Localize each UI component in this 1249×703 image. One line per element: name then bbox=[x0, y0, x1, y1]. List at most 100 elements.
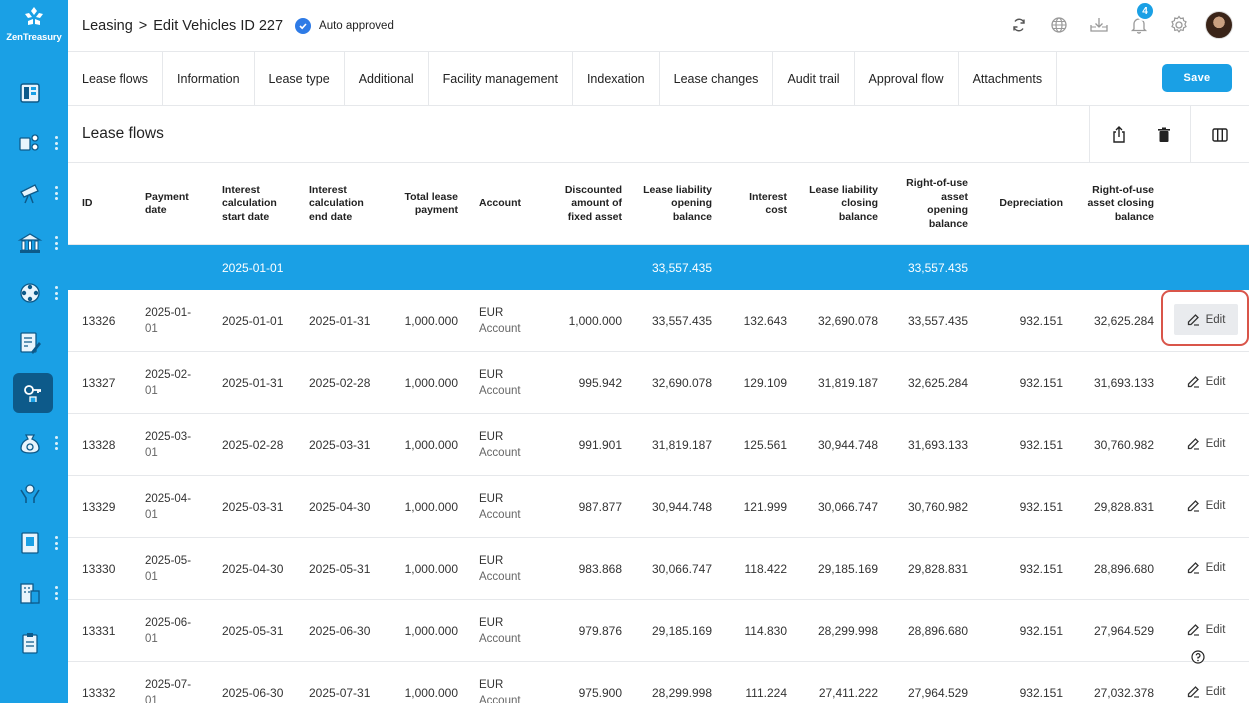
table-row[interactable]: 13330 2025-05- 01 2025-04-30 2025-05-31 1,000… bbox=[68, 538, 1249, 600]
cell-rou-closing: 32,625.284 bbox=[1093, 313, 1154, 328]
cell-rou-opening: 33,557.435 bbox=[907, 313, 968, 328]
edit-button[interactable]: Edit bbox=[1174, 428, 1238, 459]
table-row[interactable]: 13329 2025-04- 01 2025-03-31 2025-04-30 1,000… bbox=[68, 476, 1249, 538]
sidebar-more-icon[interactable] bbox=[55, 536, 58, 550]
save-button[interactable]: Save bbox=[1162, 64, 1232, 92]
sidebar-item-dashboard[interactable] bbox=[0, 73, 68, 113]
brand[interactable]: ZenTreasury bbox=[0, 0, 68, 50]
breadcrumb-leasing-link[interactable]: Leasing bbox=[82, 18, 133, 34]
col-account-header[interactable]: Account bbox=[479, 163, 549, 245]
column-header-line: balance bbox=[1114, 210, 1154, 223]
edit-label: Edit bbox=[1205, 623, 1226, 636]
user-menu-button[interactable] bbox=[1203, 10, 1235, 40]
tab-lease-type[interactable]: Lease type bbox=[255, 52, 345, 105]
edit-button[interactable]: Edit bbox=[1174, 614, 1238, 645]
col-end-date-header[interactable]: Interest calculation end date bbox=[309, 163, 387, 245]
col-start-date-header[interactable]: Interest calculation start date bbox=[222, 163, 300, 245]
sidebar-item-network[interactable] bbox=[0, 273, 68, 313]
cell-total-payment: 1,000.000 bbox=[404, 623, 458, 638]
cell-end-date: 2025-05-31 bbox=[309, 561, 371, 576]
col-rou-closing-header[interactable]: Right-of-use asset closing balance bbox=[1064, 163, 1154, 245]
sidebar-item-entities[interactable] bbox=[0, 573, 68, 613]
tab-information[interactable]: Information bbox=[163, 52, 255, 105]
sidebar-more-icon[interactable] bbox=[55, 236, 58, 250]
settings-button[interactable] bbox=[1163, 10, 1195, 40]
downloads-button[interactable] bbox=[1083, 10, 1115, 40]
gear-icon bbox=[1171, 15, 1187, 33]
language-button[interactable] bbox=[1043, 10, 1075, 40]
cell-payment-date: 2025-02- 01 bbox=[145, 352, 205, 413]
col-liability-closing-header[interactable]: Lease liability closing balance bbox=[788, 163, 878, 245]
refresh-icon bbox=[1013, 18, 1025, 32]
cell-multiline: EUR Account bbox=[479, 491, 521, 523]
sidebar-more-icon[interactable] bbox=[55, 436, 58, 450]
tab-attachments[interactable]: Attachments bbox=[959, 52, 1058, 105]
edit-button[interactable]: Edit bbox=[1174, 676, 1238, 703]
col-payment-date-header[interactable]: Payment date bbox=[145, 163, 205, 245]
cell-multiline: 2025-06- 01 bbox=[145, 615, 191, 647]
tab-audit-trail[interactable]: Audit trail bbox=[773, 52, 855, 105]
tab-indexation[interactable]: Indexation bbox=[573, 52, 660, 105]
column-header-line: asset bbox=[941, 190, 968, 203]
col-depreciation-header[interactable]: Depreciation bbox=[973, 163, 1063, 245]
sidebar-more-icon[interactable] bbox=[55, 286, 58, 300]
column-header-label: Lease liability closing balance bbox=[809, 184, 878, 225]
cell-multiline: EUR Account bbox=[479, 553, 521, 585]
col-rou-opening-header[interactable]: Right-of-use asset opening balance bbox=[878, 163, 968, 245]
pencil-icon bbox=[1187, 438, 1199, 450]
sidebar-item-documents[interactable] bbox=[0, 323, 68, 363]
app-window: ZenTreasury Leasing > Edit Vehicles ID 2… bbox=[0, 0, 1249, 703]
cell-line: 2025-07- bbox=[145, 678, 192, 691]
table-row[interactable]: 13328 2025-03- 01 2025-02-28 2025-03-31 1,000… bbox=[68, 414, 1249, 476]
col-discounted-header[interactable]: Discounted amount of fixed asset bbox=[548, 163, 622, 245]
col-interest-cost-header[interactable]: Interest cost bbox=[723, 163, 787, 245]
column-header-line: Lease liability bbox=[809, 183, 878, 196]
table-row[interactable]: 13327 2025-02- 01 2025-01-31 2025-02-28 1,000… bbox=[68, 352, 1249, 414]
cell-liability-closing: 30,066.747 bbox=[817, 499, 878, 514]
cell-line: EUR bbox=[479, 430, 504, 443]
edit-button[interactable]: Edit bbox=[1174, 490, 1238, 521]
edit-button[interactable]: Edit bbox=[1174, 304, 1238, 335]
help-icon[interactable] bbox=[1191, 650, 1205, 664]
refresh-button[interactable] bbox=[1003, 10, 1035, 40]
sidebar-more-icon[interactable] bbox=[55, 586, 58, 600]
columns-button[interactable] bbox=[1190, 106, 1248, 163]
table-header: ID Payment date Interest calculation start da… bbox=[68, 163, 1249, 245]
col-id-header[interactable]: ID bbox=[82, 163, 122, 245]
tab-lease-flows[interactable]: Lease flows bbox=[68, 52, 164, 105]
sidebar-more-icon[interactable] bbox=[55, 186, 58, 200]
table-row[interactable]: 13331 2025-06- 01 2025-05-31 2025-06-30 1,000… bbox=[68, 600, 1249, 662]
sidebar-item-leasing[interactable] bbox=[0, 373, 68, 413]
tab-additional[interactable]: Additional bbox=[345, 52, 429, 105]
header-actions: 4 bbox=[995, 1, 1235, 40]
cell-start-date: 2025-02-28 bbox=[222, 437, 284, 452]
cell-line: Account bbox=[479, 322, 521, 335]
tab-facility-management[interactable]: Facility management bbox=[429, 52, 573, 105]
share-icon bbox=[1112, 125, 1125, 143]
sidebar-item-funding[interactable] bbox=[0, 423, 68, 463]
tab-approval-flow[interactable]: Approval flow bbox=[855, 52, 959, 105]
col-total-payment-header[interactable]: Total lease payment bbox=[388, 163, 459, 245]
sidebar-item-reports[interactable] bbox=[0, 523, 68, 563]
table-row[interactable]: 13326 2025-01- 01 2025-01-01 2025-01-31 1,000… bbox=[68, 290, 1249, 352]
bank-icon bbox=[17, 233, 43, 253]
sidebar-item-bank[interactable] bbox=[0, 223, 68, 263]
cell-account: EUR Account bbox=[479, 414, 549, 475]
table-row[interactable]: 13332 2025-07- 01 2025-06-30 2025-07-31 1,000… bbox=[68, 662, 1249, 703]
cell-liability-opening: 29,185.169 bbox=[651, 623, 712, 638]
cell-multiline: EUR Account bbox=[479, 367, 521, 399]
sidebar-item-forecast[interactable] bbox=[0, 173, 68, 213]
table-body: 2025-01-01 33,557.435 33,557.435 13326 20… bbox=[68, 245, 1249, 703]
edit-button[interactable]: Edit bbox=[1174, 552, 1238, 583]
cell-total-payment: 1,000.000 bbox=[404, 561, 458, 576]
notifications-button[interactable]: 4 bbox=[1123, 1, 1155, 40]
sidebar-item-cashflow[interactable] bbox=[0, 123, 68, 163]
status-badge: Auto approved bbox=[295, 17, 394, 34]
tab-lease-changes[interactable]: Lease changes bbox=[660, 52, 774, 105]
edit-button[interactable]: Edit bbox=[1174, 366, 1238, 397]
sidebar-item-guarantees[interactable] bbox=[0, 473, 68, 513]
delete-button[interactable] bbox=[1135, 106, 1193, 163]
sidebar-more-icon[interactable] bbox=[55, 136, 58, 150]
col-liability-opening-header[interactable]: Lease liability opening balance bbox=[628, 163, 712, 245]
sidebar-item-tasks[interactable] bbox=[0, 623, 68, 663]
